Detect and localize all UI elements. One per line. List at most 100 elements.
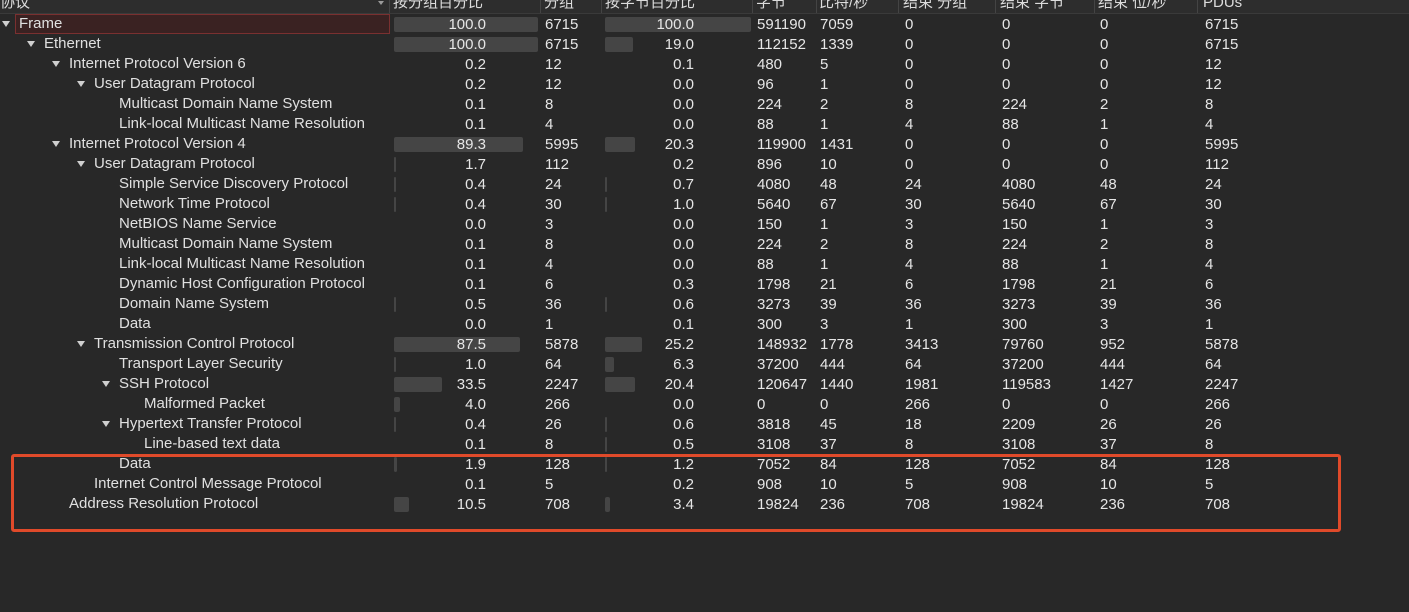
column-header-pct-packets[interactable]: 按分组百分比 xyxy=(393,0,538,13)
percent-packets-value: 100.0 xyxy=(448,16,486,33)
end-bits-per-sec-value: 0 xyxy=(1100,36,1109,53)
tree-row[interactable]: Transmission Control Protocol 87.5 25.2 587… xyxy=(0,334,1409,354)
percent-packets-value: 0.4 xyxy=(465,176,486,193)
percent-packets-value: 0.0 xyxy=(465,316,486,333)
protocol-name: Line-based text data xyxy=(144,435,280,452)
column-header-bits-per-sec[interactable]: 比特/秒 xyxy=(819,0,897,13)
tree-row[interactable]: Simple Service Discovery Protocol 0.4 0.7 2… xyxy=(0,174,1409,194)
tree-row[interactable]: Link-local Multicast Name Resolution 0.1 0… xyxy=(0,114,1409,134)
tree-row[interactable]: Multicast Domain Name System 0.1 0.0 8 224 2 8… xyxy=(0,234,1409,254)
bits-per-sec-value: 21 xyxy=(820,276,837,293)
expand-arrow-icon[interactable] xyxy=(102,381,110,387)
bytes-value: 896 xyxy=(757,156,783,173)
protocol-name: Frame xyxy=(19,15,63,32)
packets-value: 708 xyxy=(545,496,571,513)
column-header-end-bits-per-sec[interactable]: 结束 位/秒 xyxy=(1098,0,1194,13)
tree-row[interactable]: Address Resolution Protocol 10.5 3.4 708 198… xyxy=(0,494,1409,514)
column-header-pct-bytes[interactable]: 按字节百分比 xyxy=(605,0,750,13)
expand-arrow-icon[interactable] xyxy=(77,341,85,347)
percent-bytes-value: 25.2 xyxy=(664,336,694,353)
selection-highlight xyxy=(15,14,390,34)
byte-percent-bar xyxy=(605,377,635,392)
column-header-bytes[interactable]: 字节 xyxy=(756,0,814,13)
column-divider xyxy=(1197,0,1198,13)
end-packets-value: 0 xyxy=(905,36,914,53)
packets-value: 30 xyxy=(545,196,562,213)
column-header-protocol[interactable]: 协议 xyxy=(0,0,380,13)
tree-row[interactable]: Frame 100.0 100.0 6715 591190 7059 0 0 0 6715 xyxy=(0,14,1409,34)
percent-packets-value: 0.0 xyxy=(465,216,486,233)
pdus-value: 708 xyxy=(1205,496,1231,513)
percent-bytes-value: 0.1 xyxy=(673,56,694,73)
bits-per-sec-value: 236 xyxy=(820,496,846,513)
end-bits-per-sec-value: 1 xyxy=(1100,256,1109,273)
end-bits-per-sec-value: 2 xyxy=(1100,96,1109,113)
tree-row[interactable]: Line-based text data 0.1 0.5 8 3108 37 8 3108 37… xyxy=(0,434,1409,454)
percent-bytes-value: 20.3 xyxy=(664,136,694,153)
end-bytes-value: 908 xyxy=(1002,476,1028,493)
tree-row[interactable]: User Datagram Protocol 0.2 0.0 12 96 1 0 0 0 12 xyxy=(0,74,1409,94)
end-packets-value: 1 xyxy=(905,316,914,333)
bits-per-sec-value: 0 xyxy=(820,396,829,413)
protocol-name: Internet Protocol Version 4 xyxy=(69,135,246,152)
tree-row[interactable]: Domain Name System 0.5 0.6 36 3273 39 36 3273 39… xyxy=(0,294,1409,314)
end-packets-value: 0 xyxy=(905,156,914,173)
expand-arrow-icon[interactable] xyxy=(52,141,60,147)
tree-row[interactable]: Multicast Domain Name System 0.1 0.0 8 224 2 8… xyxy=(0,94,1409,114)
tree-row[interactable]: Dynamic Host Configuration Protocol 0.1 0.… xyxy=(0,274,1409,294)
bytes-value: 1798 xyxy=(757,276,791,293)
tree-row[interactable]: Internet Protocol Version 6 0.2 0.1 12 480 5 0… xyxy=(0,54,1409,74)
column-divider xyxy=(540,0,541,13)
protocol-name: User Datagram Protocol xyxy=(94,75,255,92)
bits-per-sec-value: 1 xyxy=(820,216,829,233)
expand-arrow-icon[interactable] xyxy=(2,21,10,27)
tree-row[interactable]: Data 0.0 0.1 1 300 3 1 300 3 1 xyxy=(0,314,1409,334)
percent-bytes-value: 3.4 xyxy=(673,496,694,513)
percent-packets-value: 0.1 xyxy=(465,256,486,273)
tree-row[interactable]: Ethernet 100.0 19.0 6715 112152 1339 0 0 0 6715 xyxy=(0,34,1409,54)
packets-value: 8 xyxy=(545,436,554,453)
column-header-end-packets[interactable]: 结束 分组 xyxy=(903,0,993,13)
expand-arrow-icon[interactable] xyxy=(102,421,110,427)
end-packets-value: 24 xyxy=(905,176,922,193)
tree-row[interactable]: Hypertext Transfer Protocol 0.4 0.6 26 3818 4… xyxy=(0,414,1409,434)
column-header-pdus[interactable]: PDUs xyxy=(1203,0,1293,13)
tree-row[interactable]: Network Time Protocol 0.4 1.0 30 5640 67 30 564… xyxy=(0,194,1409,214)
bytes-value: 5640 xyxy=(757,196,791,213)
tree-row[interactable]: User Datagram Protocol 1.7 0.2 112 896 10 0 0 0 1… xyxy=(0,154,1409,174)
column-header-packets[interactable]: 分组 xyxy=(544,0,600,13)
tree-row[interactable]: NetBIOS Name Service 0.0 0.0 3 150 1 3 150 1 3 xyxy=(0,214,1409,234)
end-packets-value: 6 xyxy=(905,276,914,293)
protocol-name: Link-local Multicast Name Resolution xyxy=(119,255,365,272)
percent-bytes-value: 0.3 xyxy=(673,276,694,293)
tree-row[interactable]: Link-local Multicast Name Resolution 0.1 0… xyxy=(0,254,1409,274)
column-divider xyxy=(816,0,817,13)
percent-bytes-value: 6.3 xyxy=(673,356,694,373)
bytes-value: 591190 xyxy=(757,16,806,33)
pdus-value: 1 xyxy=(1205,316,1214,333)
tree-row[interactable]: Malformed Packet 4.0 0.0 266 0 0 266 0 0 266 xyxy=(0,394,1409,414)
tree-row[interactable]: Data 1.9 1.2 128 7052 84 128 7052 84 128 xyxy=(0,454,1409,474)
percent-bytes-value: 0.0 xyxy=(673,76,694,93)
percent-packets-value: 0.1 xyxy=(465,96,486,113)
pdus-value: 3 xyxy=(1205,216,1214,233)
expand-arrow-icon[interactable] xyxy=(77,161,85,167)
end-packets-value: 708 xyxy=(905,496,931,513)
column-header-end-bytes[interactable]: 结束 字节 xyxy=(1000,0,1092,13)
byte-percent-bar xyxy=(605,457,607,472)
tree-row[interactable]: Internet Control Message Protocol 0.1 0.2 5… xyxy=(0,474,1409,494)
expand-arrow-icon[interactable] xyxy=(27,41,35,47)
tree-row[interactable]: SSH Protocol 33.5 20.4 2247 120647 1440 1981 11… xyxy=(0,374,1409,394)
packet-percent-bar xyxy=(394,357,396,372)
percent-packets-value: 1.7 xyxy=(465,156,486,173)
byte-percent-bar xyxy=(605,197,607,212)
expand-arrow-icon[interactable] xyxy=(77,81,85,87)
protocol-name: Link-local Multicast Name Resolution xyxy=(119,115,365,132)
tree-row[interactable]: Internet Protocol Version 4 89.3 20.3 5995 1… xyxy=(0,134,1409,154)
column-divider xyxy=(1094,0,1095,13)
protocol-name: NetBIOS Name Service xyxy=(119,215,277,232)
expand-arrow-icon[interactable] xyxy=(52,61,60,67)
pdus-value: 12 xyxy=(1205,76,1222,93)
end-packets-value: 8 xyxy=(905,236,914,253)
tree-row[interactable]: Transport Layer Security 1.0 6.3 64 37200 444… xyxy=(0,354,1409,374)
